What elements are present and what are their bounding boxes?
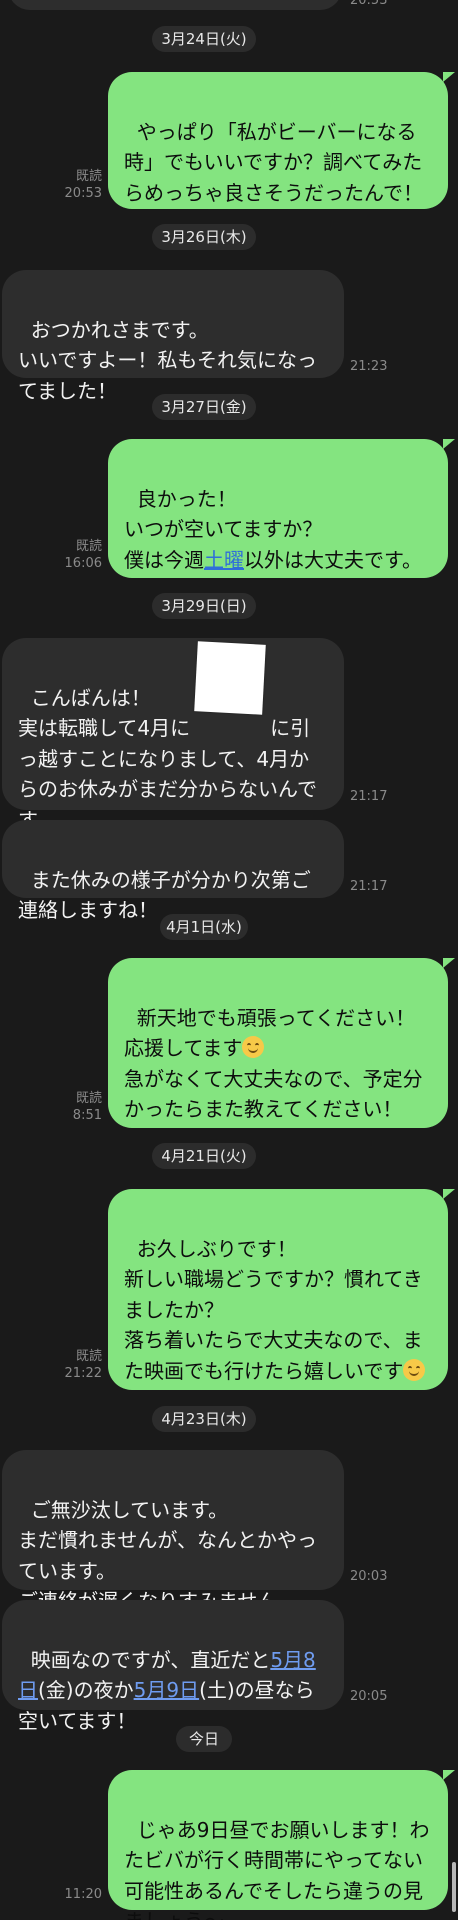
message-bubble-incoming[interactable]: 映画なのですが、直近だと5月8日(金)の夜か5月9日(土)の昼なら空いてます！ [2, 1600, 344, 1733]
message-time: 11:20 [64, 1887, 102, 1902]
message-text: 新天地でも頑張ってください！ 応援してます [124, 1005, 416, 1061]
message-time: 21:23 [350, 359, 388, 374]
bubble-tail [443, 72, 455, 82]
message-bubble-outgoing[interactable]: じゃあ9日昼でお願いします！わたビバが行く時間帯にやってない可能性あるんでそした… [108, 1770, 448, 1920]
message-bubble-outgoing[interactable]: 良かった！ いつが空いてますか？ 僕は今週土曜以外は大丈夫です。 [108, 439, 448, 578]
message-text: 急がなくて大丈夫なので、予定分かったらまた教えてください！ [124, 1066, 423, 1122]
message-time: 21:22 [64, 1366, 102, 1381]
message-bubble-outgoing[interactable]: 新天地でも頑張ってください！ 応援してます 急がなくて大丈夫なので、予定分かった… [108, 958, 448, 1128]
message-text: 以外は大丈夫です。 [244, 547, 422, 572]
read-label: 既読 [75, 539, 102, 554]
date-link[interactable]: 土曜 [204, 548, 244, 572]
message-bubble-incoming[interactable]: おつかれさまです。 いいですよー！私もそれ気になってました！ [2, 270, 344, 403]
message-bubble-outgoing[interactable]: やっぱり「私がビーバーになる時」でもいいですか？調べてみたらめっちゃ良さそうだっ… [108, 72, 448, 209]
message-text: おつかれさまです。 いいですよー！私もそれ気になってました！ [18, 317, 317, 403]
date-separator: 3月24日(火) [152, 26, 256, 52]
top-time: 20:53 [350, 0, 388, 8]
message-time: 20:53 [64, 186, 102, 201]
message-text: また休みの様子が分かり次第ご連絡しますね！ [18, 867, 311, 923]
message-bubble-incoming[interactable]: ご無沙汰しています。 まだ慣れませんが、なんとかやっています。 ご連絡が遅くなり… [2, 1450, 344, 1613]
scrollbar[interactable] [452, 1862, 456, 1912]
date-separator: 3月29日(日) [152, 593, 256, 619]
message-time: 20:03 [350, 1569, 388, 1584]
bubble-tail [443, 958, 455, 968]
message-text: 映画なのですが、直近だと [30, 1647, 271, 1672]
date-separator: 4月23日(木) [152, 1406, 256, 1432]
read-label: 既読 [75, 1091, 102, 1106]
bubble-tail [443, 1189, 455, 1199]
read-label: 既読 [75, 1349, 102, 1364]
message-text: やっぱり「私がビーバーになる時」でもいいですか？調べてみたらめっちゃ良さそうだっ… [124, 119, 423, 205]
bubble-tail [443, 439, 455, 449]
date-link[interactable]: 5月9日 [134, 1678, 199, 1702]
read-label: 既読 [75, 169, 102, 184]
read-status: 既読 20:53 [58, 168, 102, 202]
date-separator: 3月27日(金) [152, 394, 256, 420]
smiling-face-icon [403, 1358, 426, 1381]
date-separator: 4月21日(火) [152, 1143, 256, 1169]
message-text: お久しぶりです！ 新しい職場どうですか？慣れてきましたか？ 落ち着いたらで大丈夫… [124, 1236, 423, 1383]
redaction-box [194, 641, 266, 715]
message-text: (金)の夜か [38, 1678, 134, 1702]
message-time: 20:05 [350, 1689, 388, 1704]
partial-bubble-top [8, 0, 342, 10]
bubble-tail [443, 1770, 455, 1780]
message-bubble-incoming[interactable]: また休みの様子が分かり次第ご連絡しますね！ [2, 820, 344, 922]
message-bubble-incoming[interactable]: こんばんは！ 実は転職して4月に に引っ越すことになりまして、4月からのお休みが… [2, 638, 344, 832]
date-separator: 4月1日(水) [160, 914, 248, 940]
message-text: じゃあ9日昼でお願いします！わたビバが行く時間帯にやってない可能性あるんでそした… [124, 1817, 430, 1920]
message-text: ご無沙汰しています。 まだ慣れませんが、なんとかやっています。 ご連絡が遅くなり… [18, 1497, 317, 1614]
message-bubble-outgoing[interactable]: お久しぶりです！ 新しい職場どうですか？慣れてきましたか？ 落ち着いたらで大丈夫… [108, 1189, 448, 1390]
date-separator: 今日 [176, 1726, 232, 1752]
smiling-face-icon [242, 1036, 265, 1058]
message-time: 21:17 [350, 789, 388, 804]
message-text: こんばんは！ 実は転職して4月に に引っ越すことになりまして、4月からのお休みが… [18, 685, 317, 832]
date-separator: 3月26日(木) [152, 224, 256, 250]
message-time: 16:06 [64, 556, 102, 571]
read-status: 既読 21:22 [58, 1348, 102, 1382]
read-status: 既読 16:06 [58, 538, 102, 572]
message-time: 21:17 [350, 879, 388, 894]
message-time: 8:51 [72, 1108, 102, 1123]
read-status: 既読 8:51 [58, 1090, 102, 1124]
